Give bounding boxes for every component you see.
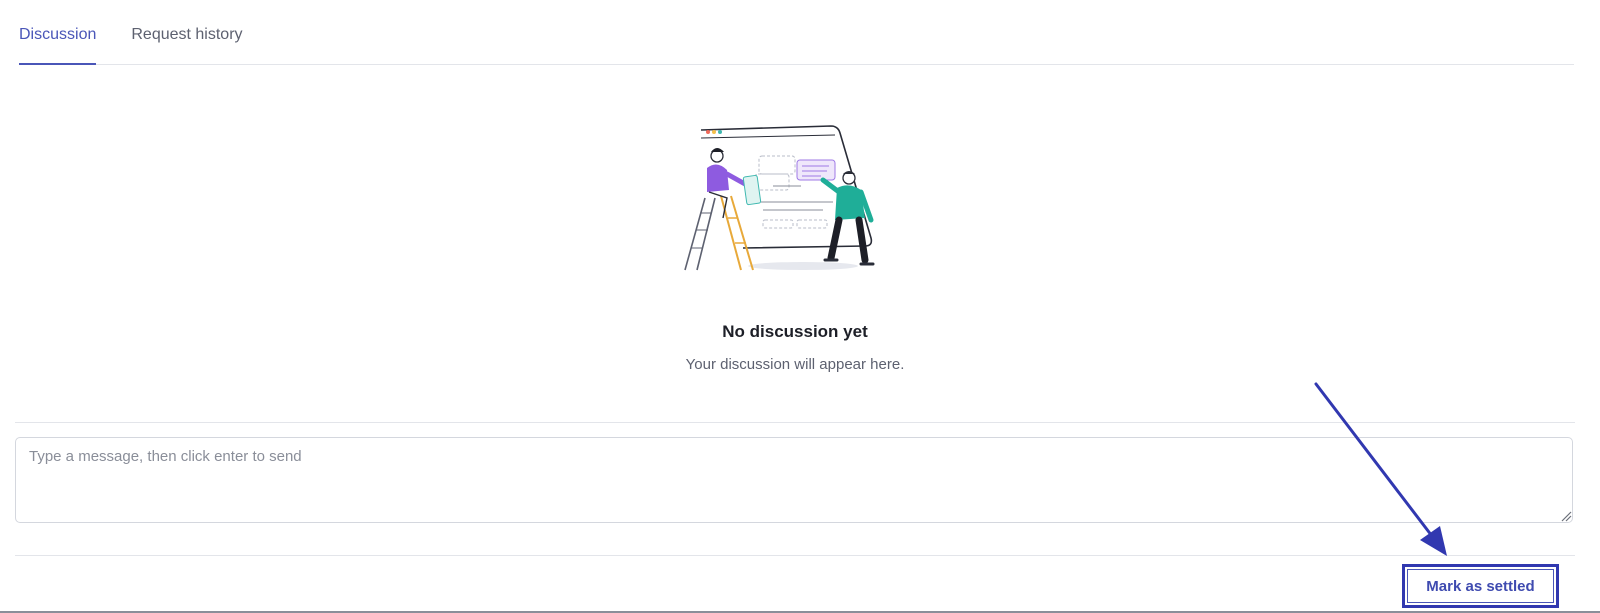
tab-discussion[interactable]: Discussion bbox=[19, 26, 97, 65]
tab-bar: Discussion Request history bbox=[19, 0, 1574, 65]
tab-request-history[interactable]: Request history bbox=[131, 26, 242, 64]
empty-discussion-illustration bbox=[684, 125, 875, 271]
discussion-panel: Discussion Request history No discussion… bbox=[0, 0, 1600, 613]
message-input[interactable] bbox=[15, 437, 1573, 523]
mark-as-settled-button[interactable]: Mark as settled bbox=[1407, 569, 1554, 603]
resize-handle-icon[interactable] bbox=[1560, 510, 1572, 522]
divider bbox=[15, 422, 1575, 423]
empty-state-subtitle: Your discussion will appear here. bbox=[685, 356, 905, 373]
empty-state-title: No discussion yet bbox=[722, 322, 868, 341]
divider bbox=[15, 555, 1575, 556]
